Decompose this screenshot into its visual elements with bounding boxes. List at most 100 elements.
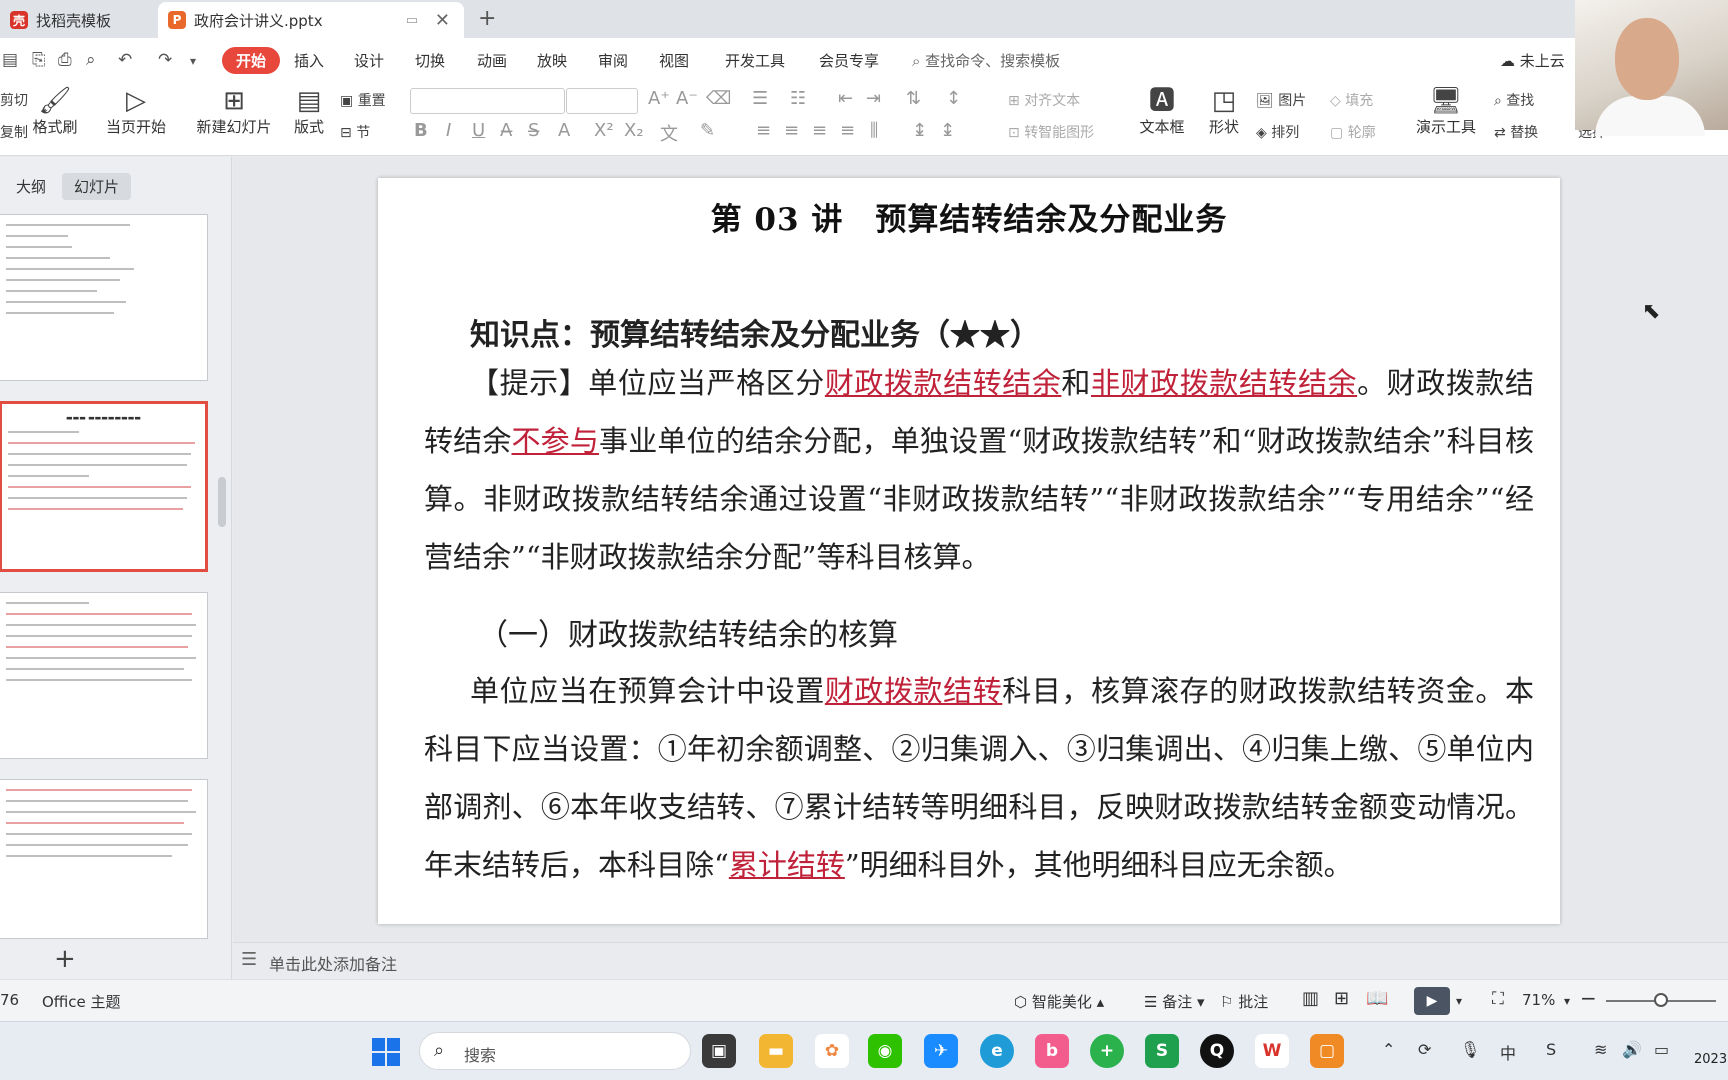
print-icon[interactable]: ⎙: [58, 50, 72, 70]
font-family-select[interactable]: [410, 88, 565, 114]
align-right-icon[interactable]: ≡: [812, 120, 827, 141]
play-from-current-button[interactable]: ▷ 当页开始: [100, 86, 172, 137]
subscript-icon[interactable]: X₂: [624, 120, 644, 141]
photos-icon[interactable]: ✿: [815, 1034, 849, 1068]
comment-toggle[interactable]: ⚐ 批注: [1220, 991, 1268, 1012]
copy-button[interactable]: 复制: [0, 122, 28, 142]
chevron-down-icon[interactable]: ▾: [1456, 994, 1462, 1008]
menu-home[interactable]: 开始: [222, 47, 281, 74]
grow-font-icon[interactable]: A⁺: [648, 88, 670, 109]
export-icon[interactable]: ⎘: [32, 50, 46, 70]
zoom-level[interactable]: 71%: [1522, 991, 1555, 1009]
menu-view[interactable]: 视图: [659, 50, 689, 71]
cloud-status[interactable]: ☁ 未上云: [1500, 50, 1565, 71]
numbering-icon[interactable]: ☷: [790, 88, 806, 109]
sheets-icon[interactable]: S: [1145, 1034, 1179, 1068]
sogou-icon[interactable]: S: [1546, 1040, 1556, 1059]
menu-review[interactable]: 审阅: [598, 50, 628, 71]
justify-icon[interactable]: ≡: [840, 120, 855, 141]
slide-thumbnail[interactable]: [0, 779, 208, 939]
tab-document[interactable]: P 政府会计讲义.pptx ▭ ✕: [158, 2, 464, 38]
shape-button[interactable]: ◳ 形状: [1200, 86, 1248, 137]
qq-icon[interactable]: Q: [1200, 1034, 1234, 1068]
chevron-down-icon[interactable]: ▾: [190, 54, 196, 68]
clear-format-icon[interactable]: ⌫: [706, 88, 731, 109]
command-search[interactable]: ⌕ 查找命令、搜索模板: [912, 50, 1060, 71]
beautify-button[interactable]: ⬡ 智能美化 ▴: [1014, 991, 1104, 1012]
menu-design[interactable]: 设计: [354, 50, 384, 71]
ime-icon[interactable]: 中: [1500, 1040, 1516, 1064]
shrink-font-icon[interactable]: A⁻: [676, 88, 698, 109]
taskbar-search[interactable]: ⌕ 搜索: [419, 1032, 691, 1070]
pin-icon[interactable]: ▭: [406, 13, 418, 28]
phonetic-icon[interactable]: 文: [660, 120, 678, 146]
menu-slideshow[interactable]: 放映: [537, 50, 567, 71]
strikethrough-icon[interactable]: A̶: [500, 120, 512, 141]
add-slide-icon[interactable]: +: [54, 944, 76, 974]
windows-start-icon[interactable]: [372, 1038, 400, 1066]
menu-member[interactable]: 会员专享: [819, 50, 879, 71]
notes-toggle[interactable]: ☰ 备注 ▾: [1144, 991, 1205, 1012]
font-color-icon[interactable]: A: [558, 120, 570, 141]
volume-icon[interactable]: 🔊: [1622, 1040, 1642, 1059]
wps-ppt-icon[interactable]: ▢: [1310, 1034, 1344, 1068]
present-tools-button[interactable]: 🖥 演示工具: [1410, 86, 1482, 137]
new-slide-button[interactable]: ⊞ 新建幻灯片: [190, 86, 278, 137]
arrange-button[interactable]: ◈ 排列: [1256, 122, 1299, 142]
zoom-slider-handle[interactable]: [1654, 993, 1668, 1007]
align-left-icon[interactable]: ≡: [756, 120, 771, 141]
task-view-icon[interactable]: ▣: [702, 1034, 736, 1068]
panel-scrollbar[interactable]: [218, 477, 226, 527]
font-size-select[interactable]: [566, 88, 638, 114]
undo-icon[interactable]: ↶: [118, 50, 132, 70]
menu-insert[interactable]: 插入: [294, 50, 324, 71]
para-spacing-icon[interactable]: ↨: [940, 120, 955, 141]
preview-icon[interactable]: ⌕: [86, 50, 96, 70]
chevron-up-icon[interactable]: ⌃: [1382, 1040, 1395, 1059]
superscript-icon[interactable]: X²: [594, 120, 614, 141]
sort-icon[interactable]: ↕: [946, 88, 961, 109]
text-direction-icon[interactable]: ⇅: [906, 88, 921, 109]
section-button[interactable]: ⊟ 节: [340, 122, 370, 142]
menu-animation[interactable]: 动画: [477, 50, 507, 71]
zoom-out-icon[interactable]: −: [1580, 986, 1597, 1010]
reset-button[interactable]: ▣ 重置: [340, 90, 386, 110]
tab-outline[interactable]: 大纲: [4, 173, 58, 200]
mic-icon[interactable]: 🎙: [1460, 1040, 1480, 1059]
replace-button[interactable]: ⇄ 替换: [1494, 122, 1538, 142]
layout-button[interactable]: ▤ 版式: [288, 86, 330, 137]
format-painter-button[interactable]: 🖌 格式刷: [30, 86, 80, 137]
slide-thumbnail[interactable]: [0, 214, 208, 381]
underline-icon[interactable]: U: [472, 120, 485, 141]
reading-view-icon[interactable]: 📖: [1366, 988, 1388, 1009]
slide-thumbnail[interactable]: [0, 592, 208, 759]
indent-icon[interactable]: ⇥: [866, 88, 881, 109]
clock-year[interactable]: 2023: [1694, 1052, 1727, 1067]
slideshow-play-button[interactable]: ▶: [1414, 987, 1450, 1015]
new-tab-button[interactable]: +: [478, 6, 496, 31]
tab-docer[interactable]: 壳 找稻壳模板: [0, 2, 155, 38]
fill-button[interactable]: ◇ 填充: [1330, 90, 1373, 110]
slide-thumbnail-selected[interactable]: ▬▬▬ ▬▬▬▬▬▬▬▬: [0, 401, 208, 572]
close-icon[interactable]: ✕: [435, 10, 450, 31]
wifi-icon[interactable]: ≋: [1594, 1040, 1607, 1059]
edge-icon[interactable]: e: [980, 1034, 1014, 1068]
bullets-icon[interactable]: ☰: [752, 88, 768, 109]
current-slide[interactable]: 第 03 讲 预算结转结余及分配业务 知识点：预算结转结余及分配业务（★★） 【…: [378, 178, 1560, 924]
strike-icon[interactable]: S̶: [528, 120, 539, 141]
sorter-view-icon[interactable]: ⊞: [1334, 988, 1349, 1009]
bold-icon[interactable]: B: [414, 120, 428, 141]
file-explorer-icon[interactable]: ▬: [759, 1034, 793, 1068]
notes-bar[interactable]: ☰ 单击此处添加备注: [233, 942, 1728, 978]
redo-icon[interactable]: ↷: [158, 50, 172, 70]
textbox-button[interactable]: 🅰 文本框: [1134, 86, 1190, 137]
outdent-icon[interactable]: ⇤: [838, 88, 853, 109]
app-plus-icon[interactable]: +: [1090, 1034, 1124, 1068]
save-icon[interactable]: ▤: [2, 50, 18, 70]
normal-view-icon[interactable]: ▥: [1302, 988, 1319, 1009]
highlight-icon[interactable]: ✎: [700, 120, 715, 141]
menu-transition[interactable]: 切换: [415, 50, 445, 71]
fit-window-icon[interactable]: ⛶: [1492, 989, 1504, 1009]
bilibili-icon[interactable]: b: [1035, 1034, 1069, 1068]
feishu-icon[interactable]: ✈: [924, 1034, 958, 1068]
